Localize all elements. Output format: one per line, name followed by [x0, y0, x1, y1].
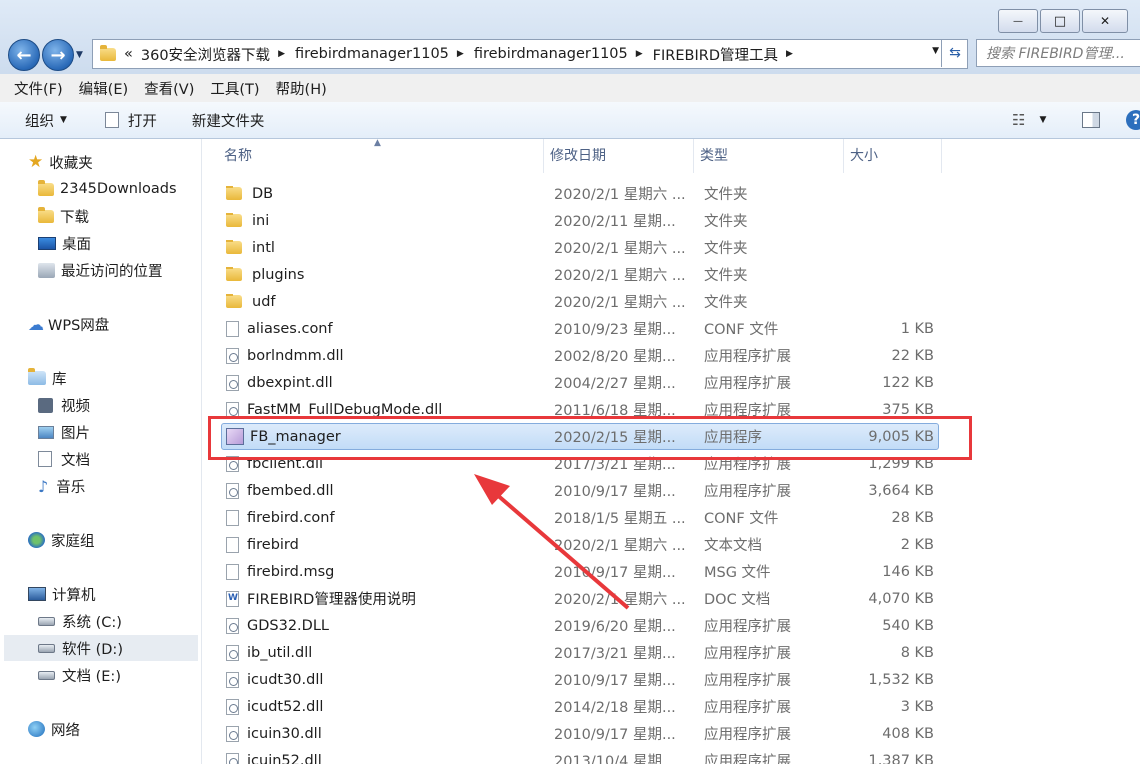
annotation-arrow [474, 474, 630, 610]
arrow-shaft [486, 485, 630, 610]
